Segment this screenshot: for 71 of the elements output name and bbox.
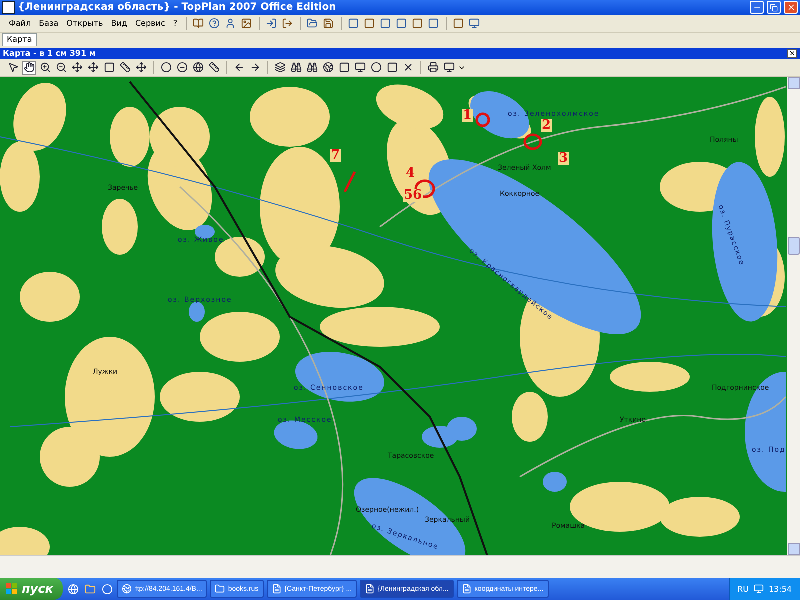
folder-icon[interactable] — [83, 582, 98, 596]
toolbar-icon[interactable] — [264, 16, 279, 30]
handwritten-note: 3 — [558, 152, 570, 165]
map-tool-icon[interactable] — [353, 60, 367, 74]
map-tool-icon[interactable] — [22, 60, 36, 74]
document-icon — [272, 584, 282, 594]
restore-button[interactable] — [767, 1, 781, 14]
toolbar-icon[interactable] — [240, 16, 254, 30]
map-tool-icon[interactable] — [305, 60, 319, 74]
menu-item[interactable]: Открыть — [64, 19, 106, 28]
windows-logo-icon — [6, 583, 18, 595]
window-title: {Ленинградская область} - TopPlan 2007 Office Edition — [18, 2, 338, 13]
toolbar-icon[interactable] — [410, 16, 425, 30]
map-tool-icon[interactable] — [426, 60, 440, 74]
map-tool-icon[interactable] — [159, 60, 173, 74]
map-tool-icon[interactable] — [321, 60, 335, 74]
map-tool-icon[interactable] — [175, 60, 189, 74]
menu-item[interactable]: Вид — [108, 19, 130, 28]
map-tool-icon[interactable] — [369, 60, 383, 74]
map-tool-icon[interactable] — [70, 60, 84, 74]
tray-icon[interactable] — [754, 584, 764, 594]
map-tool-icon[interactable] — [442, 60, 456, 74]
toolbar-icon[interactable] — [322, 16, 336, 30]
handwritten-note: 7 — [330, 149, 342, 162]
toolbar-icon[interactable] — [394, 16, 409, 30]
close-icon — [786, 3, 796, 12]
map-tool-icon[interactable] — [337, 60, 351, 74]
browser-icon[interactable] — [66, 582, 80, 596]
map-tool-icon[interactable] — [54, 60, 68, 74]
toolbar-icon[interactable] — [346, 16, 361, 30]
toolbar-icon[interactable] — [280, 16, 295, 30]
map-tool-icon[interactable] — [191, 60, 205, 74]
globe-icon — [122, 584, 132, 594]
close-icon — [788, 50, 796, 57]
minimize-button[interactable] — [750, 1, 764, 14]
map-tool-icon[interactable] — [134, 60, 148, 74]
media-icon[interactable] — [100, 582, 114, 596]
restore-icon — [770, 4, 778, 12]
map-tool-icon[interactable] — [273, 60, 287, 74]
toolbar-icon[interactable] — [208, 16, 222, 30]
close-button[interactable] — [787, 49, 797, 58]
toolbar-icon[interactable] — [306, 16, 320, 30]
toolbar-icon[interactable] — [452, 16, 466, 30]
map-tool-icon[interactable] — [207, 60, 221, 74]
handwritten-note: 1 — [462, 109, 474, 122]
toolbar-icon[interactable] — [426, 16, 441, 30]
toolbar-icon[interactable] — [192, 16, 206, 30]
map-tool-icon[interactable] — [38, 60, 52, 74]
map-tool-icon[interactable] — [289, 60, 303, 74]
menu-item[interactable]: ? — [170, 19, 181, 28]
map-tool-icon[interactable] — [118, 60, 132, 74]
toolbar-icon[interactable] — [362, 16, 377, 30]
vertical-scrollbar[interactable] — [787, 77, 800, 555]
document-icon — [462, 584, 472, 594]
toolbar-icon[interactable] — [468, 16, 482, 30]
map-tool-icon[interactable] — [385, 60, 399, 74]
menu-item[interactable]: Сервис — [132, 19, 168, 28]
handwritten-note: 4 — [405, 167, 416, 180]
map-tool-icon[interactable] — [102, 60, 116, 74]
handwritten-note: 2 — [541, 119, 552, 132]
menu-item[interactable]: Файл — [6, 19, 34, 28]
map-tool-icon[interactable] — [86, 60, 100, 74]
map-window-title: Карта - в 1 см 391 м — [3, 49, 96, 58]
toolbar-icon[interactable] — [378, 16, 393, 30]
tab[interactable]: Карта — [2, 33, 38, 46]
folder-icon — [215, 584, 226, 594]
menu-item[interactable]: База — [36, 19, 62, 28]
clock: 13:54 — [768, 584, 792, 594]
handwritten-note: 56 — [403, 189, 424, 202]
document-icon — [365, 584, 376, 594]
app-icon — [2, 1, 15, 14]
